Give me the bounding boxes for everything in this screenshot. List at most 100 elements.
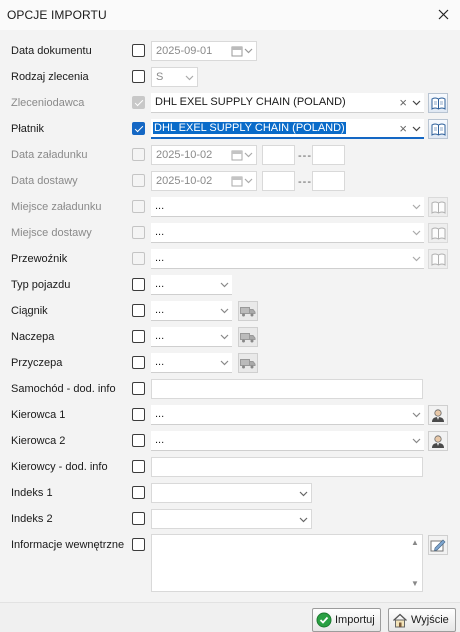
lookup-button-przewoznik[interactable] <box>428 249 448 269</box>
scroll-down-icon[interactable]: ▼ <box>410 580 420 588</box>
chevron-down-icon[interactable] <box>299 515 308 524</box>
book-icon <box>431 123 445 136</box>
checkbox-indeks-2[interactable] <box>132 512 145 525</box>
lookup-button-miejsce-zaladunku[interactable] <box>428 197 448 217</box>
combo-ciagnik[interactable]: ... <box>151 301 232 321</box>
label-ciagnik: Ciągnik <box>11 305 48 317</box>
chevron-down-icon[interactable] <box>244 46 253 55</box>
book-icon <box>431 201 445 214</box>
calendar-icon[interactable] <box>231 175 243 187</box>
chevron-down-icon[interactable] <box>244 176 253 185</box>
checkbox-naczepa[interactable] <box>132 330 145 343</box>
combo-miejsce-zaladunku[interactable]: ... <box>151 197 424 217</box>
chevron-down-icon[interactable] <box>220 358 229 367</box>
chevron-down-icon[interactable] <box>412 124 421 133</box>
chevron-down-icon[interactable] <box>220 306 229 315</box>
checkbox-kierowca-2[interactable] <box>132 434 145 447</box>
label-data-dostawy: Data dostawy <box>11 175 78 187</box>
edit-notes-button[interactable] <box>428 535 448 555</box>
input-kierowcy-info[interactable] <box>151 457 423 477</box>
checkbox-zleceniodawca[interactable] <box>132 96 145 109</box>
truck-icon <box>240 306 256 316</box>
calendar-icon[interactable] <box>231 149 243 161</box>
combo-value: ... <box>155 278 165 290</box>
chevron-down-icon[interactable] <box>412 410 421 419</box>
combo-kierowca-1[interactable]: ... <box>151 405 424 425</box>
combo-zleceniodawca[interactable]: DHL EXEL SUPPLY CHAIN (POLAND) × <box>151 93 424 113</box>
checkbox-przyczepa[interactable] <box>132 356 145 369</box>
select-indeks-1[interactable] <box>151 483 312 503</box>
date-value: 2025-10-02 <box>156 175 213 187</box>
combo-value: ... <box>155 304 165 316</box>
combo-przyczepa[interactable]: ... <box>151 353 232 373</box>
truck-icon <box>240 358 256 368</box>
chevron-down-icon[interactable] <box>412 202 421 211</box>
chevron-down-icon[interactable] <box>412 228 421 237</box>
checkbox-data-dostawy[interactable] <box>132 174 145 187</box>
input-samochod-info[interactable] <box>151 379 423 399</box>
label-samochod-info: Samochód - dod. info <box>11 383 116 395</box>
date-field-data-zaladunku[interactable]: 2025-10-02 <box>151 145 257 165</box>
checkbox-miejsce-dostawy[interactable] <box>132 226 145 239</box>
checkbox-samochod-info[interactable] <box>132 382 145 395</box>
combo-value: DHL EXEL SUPPLY CHAIN (POLAND) <box>152 121 347 135</box>
chevron-down-icon[interactable] <box>412 436 421 445</box>
checkbox-rodzaj-zlecenia[interactable] <box>132 70 145 83</box>
date-field-data-dokumentu[interactable]: 2025-09-01 <box>151 41 257 61</box>
checkbox-kierowcy-info[interactable] <box>132 460 145 473</box>
select-indeks-2[interactable] <box>151 509 312 529</box>
truck-button-przyczepa[interactable] <box>238 353 258 373</box>
label-przewoznik: Przewoźnik <box>11 253 68 265</box>
chevron-down-icon[interactable] <box>220 332 229 341</box>
chevron-down-icon[interactable] <box>220 280 229 289</box>
chevron-down-icon[interactable] <box>244 150 253 159</box>
checkbox-platnik[interactable] <box>132 122 145 135</box>
driver-button-1[interactable] <box>428 405 448 425</box>
clear-icon[interactable]: × <box>399 95 407 110</box>
label-miejsce-zaladunku: Miejsce załadunku <box>11 201 102 213</box>
time-to-zaladunku[interactable] <box>312 145 345 165</box>
combo-przewoznik[interactable]: ... <box>151 249 424 269</box>
checkbox-ciagnik[interactable] <box>132 304 145 317</box>
checkbox-kierowca-1[interactable] <box>132 408 145 421</box>
lookup-button-zleceniodawca[interactable] <box>428 93 448 113</box>
select-rodzaj-zlecenia[interactable]: S <box>151 67 198 87</box>
calendar-icon[interactable] <box>231 45 243 57</box>
textarea-informacje[interactable]: ▲ ▼ <box>151 534 423 592</box>
select-value: S <box>156 71 164 83</box>
row-samochod-info: Samochód - dod. info <box>0 376 460 402</box>
combo-naczepa[interactable]: ... <box>151 327 232 347</box>
checkbox-miejsce-zaladunku[interactable] <box>132 200 145 213</box>
date-field-data-dostawy[interactable]: 2025-10-02 <box>151 171 257 191</box>
checkbox-data-zaladunku[interactable] <box>132 148 145 161</box>
lookup-button-miejsce-dostawy[interactable] <box>428 223 448 243</box>
checkbox-typ-pojazdu[interactable] <box>132 278 145 291</box>
truck-button-ciagnik[interactable] <box>238 301 258 321</box>
close-button[interactable] <box>430 2 456 26</box>
combo-typ-pojazdu[interactable]: ... <box>151 275 232 295</box>
truck-button-naczepa[interactable] <box>238 327 258 347</box>
exit-button[interactable]: Wyjście <box>388 608 456 632</box>
chevron-down-icon[interactable] <box>185 73 194 82</box>
chevron-down-icon[interactable] <box>412 254 421 263</box>
chevron-down-icon[interactable] <box>412 98 421 107</box>
checkbox-data-dokumentu[interactable] <box>132 44 145 57</box>
combo-platnik[interactable]: DHL EXEL SUPPLY CHAIN (POLAND) × <box>151 119 424 139</box>
date-value: 2025-09-01 <box>156 45 213 57</box>
time-from-zaladunku[interactable] <box>262 145 295 165</box>
combo-kierowca-2[interactable]: ... <box>151 431 424 451</box>
combo-miejsce-dostawy[interactable]: ... <box>151 223 424 243</box>
time-to-dostawy[interactable] <box>312 171 345 191</box>
chevron-down-icon[interactable] <box>299 489 308 498</box>
checkbox-informacje[interactable] <box>132 538 145 551</box>
combo-value: ... <box>155 408 165 420</box>
time-from-dostawy[interactable] <box>262 171 295 191</box>
import-button[interactable]: Importuj <box>312 608 381 632</box>
lookup-button-platnik[interactable] <box>428 119 448 139</box>
scroll-up-icon[interactable]: ▲ <box>410 539 420 547</box>
clear-icon[interactable]: × <box>399 121 407 136</box>
checkbox-indeks-1[interactable] <box>132 486 145 499</box>
checkbox-przewoznik[interactable] <box>132 252 145 265</box>
truck-icon <box>240 332 256 342</box>
driver-button-2[interactable] <box>428 431 448 451</box>
